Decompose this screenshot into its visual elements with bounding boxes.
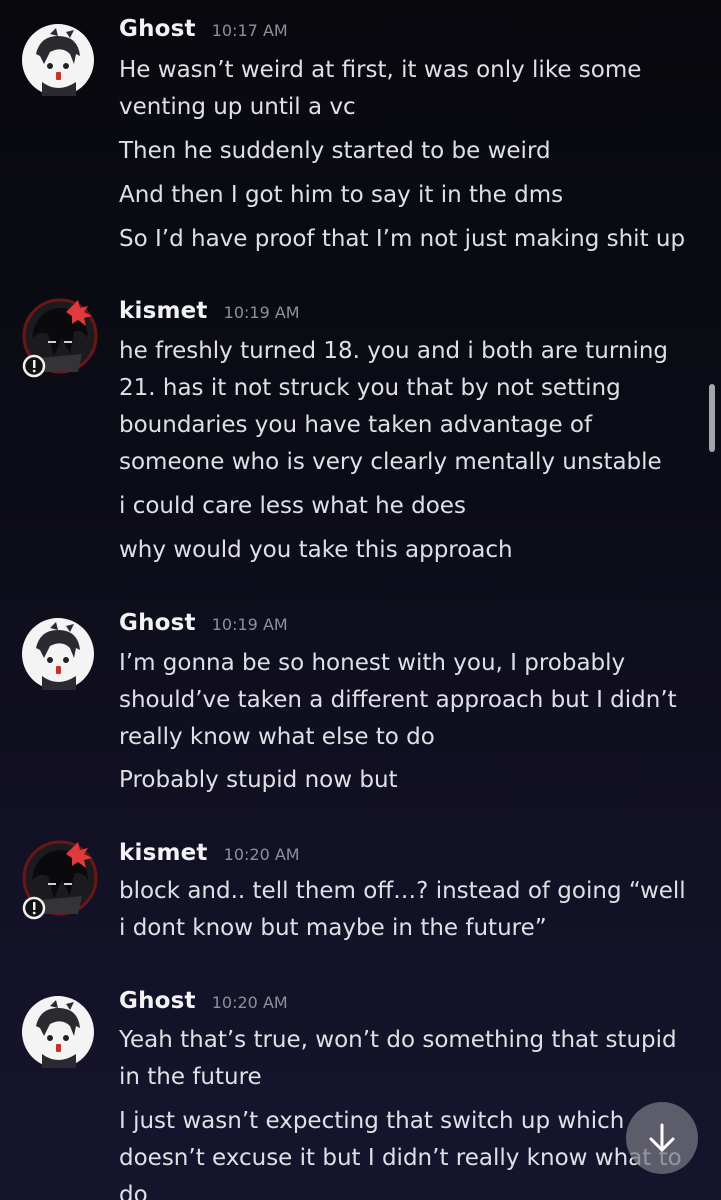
message-text[interactable]: really know what else to do	[119, 719, 694, 756]
message-header: kismet 10:20 AM	[119, 840, 300, 874]
timestamp: 10:17 AM	[211, 21, 288, 40]
message-header: Ghost 10:19 AM	[119, 610, 288, 644]
username[interactable]: Ghost	[119, 16, 196, 42]
message-text[interactable]: He wasn’t weird at first, it was only li…	[119, 52, 694, 89]
message-text[interactable]: I just wasn’t expecting that switch up w…	[119, 1103, 694, 1140]
message-text[interactable]: do	[119, 1177, 694, 1200]
chat-message-list[interactable]: Ghost 10:17 AM He wasn’t weird at first,…	[0, 0, 721, 1200]
message-header: Ghost 10:17 AM	[119, 16, 288, 50]
message-group: kismet 10:19 AM he freshly turned 18. yo…	[0, 298, 700, 578]
scrollbar[interactable]	[709, 384, 715, 452]
message-text[interactable]: boundaries you have taken advantage of	[119, 407, 694, 444]
message-text[interactable]: Then he suddenly started to be weird	[119, 133, 694, 170]
message-text[interactable]: why would you take this approach	[119, 532, 694, 569]
ghost-avatar-icon[interactable]	[22, 618, 94, 690]
message-text[interactable]: should’ve taken a different approach but…	[119, 682, 694, 719]
ghost-avatar-icon[interactable]	[22, 996, 94, 1068]
timestamp: 10:19 AM	[223, 303, 300, 322]
ghost-avatar-icon[interactable]	[22, 24, 94, 96]
message-text[interactable]: venting up until a vc	[119, 89, 694, 126]
kismet-avatar-icon[interactable]	[22, 840, 98, 920]
message-text[interactable]: Yeah that’s true, won’t do something tha…	[119, 1022, 694, 1059]
arrow-down-icon	[649, 1123, 675, 1152]
message-text[interactable]: So I’d have proof that I’m not just maki…	[119, 221, 694, 258]
message-text[interactable]: he freshly turned 18. you and i both are…	[119, 333, 694, 370]
message-text[interactable]: i could care less what he does	[119, 488, 694, 525]
jump-to-present-button[interactable]	[626, 1102, 698, 1174]
message-group: Ghost 10:17 AM He wasn’t weird at first,…	[0, 16, 700, 266]
timestamp: 10:19 AM	[211, 615, 288, 634]
username[interactable]: Ghost	[119, 610, 196, 636]
message-text[interactable]: i dont know but maybe in the future”	[119, 910, 694, 947]
message-text[interactable]: And then I got him to say it in the dms	[119, 177, 694, 214]
message-header: kismet 10:19 AM	[119, 298, 300, 332]
message-text[interactable]: Probably stupid now but	[119, 762, 694, 799]
message-group: kismet 10:20 AM block and.. tell them of…	[0, 840, 700, 960]
username[interactable]: kismet	[119, 298, 208, 324]
message-text[interactable]: someone who is very clearly mentally uns…	[119, 444, 694, 481]
message-group: Ghost 10:20 AM Yeah that’s true, won’t d…	[0, 988, 700, 1200]
username[interactable]: kismet	[119, 840, 208, 866]
username[interactable]: Ghost	[119, 988, 196, 1014]
message-text[interactable]: in the future	[119, 1059, 694, 1096]
message-header: Ghost 10:20 AM	[119, 988, 288, 1022]
message-text[interactable]: doesn’t excuse it but I didn’t really kn…	[119, 1140, 694, 1177]
message-text[interactable]: block and.. tell them off…? instead of g…	[119, 873, 694, 910]
message-text[interactable]: 21. has it not struck you that by not se…	[119, 370, 694, 407]
timestamp: 10:20 AM	[223, 845, 300, 864]
message-group: Ghost 10:19 AM I’m gonna be so honest wi…	[0, 610, 700, 810]
message-text[interactable]: I’m gonna be so honest with you, I proba…	[119, 645, 694, 682]
kismet-avatar-icon[interactable]	[22, 298, 98, 378]
timestamp: 10:20 AM	[211, 993, 288, 1012]
